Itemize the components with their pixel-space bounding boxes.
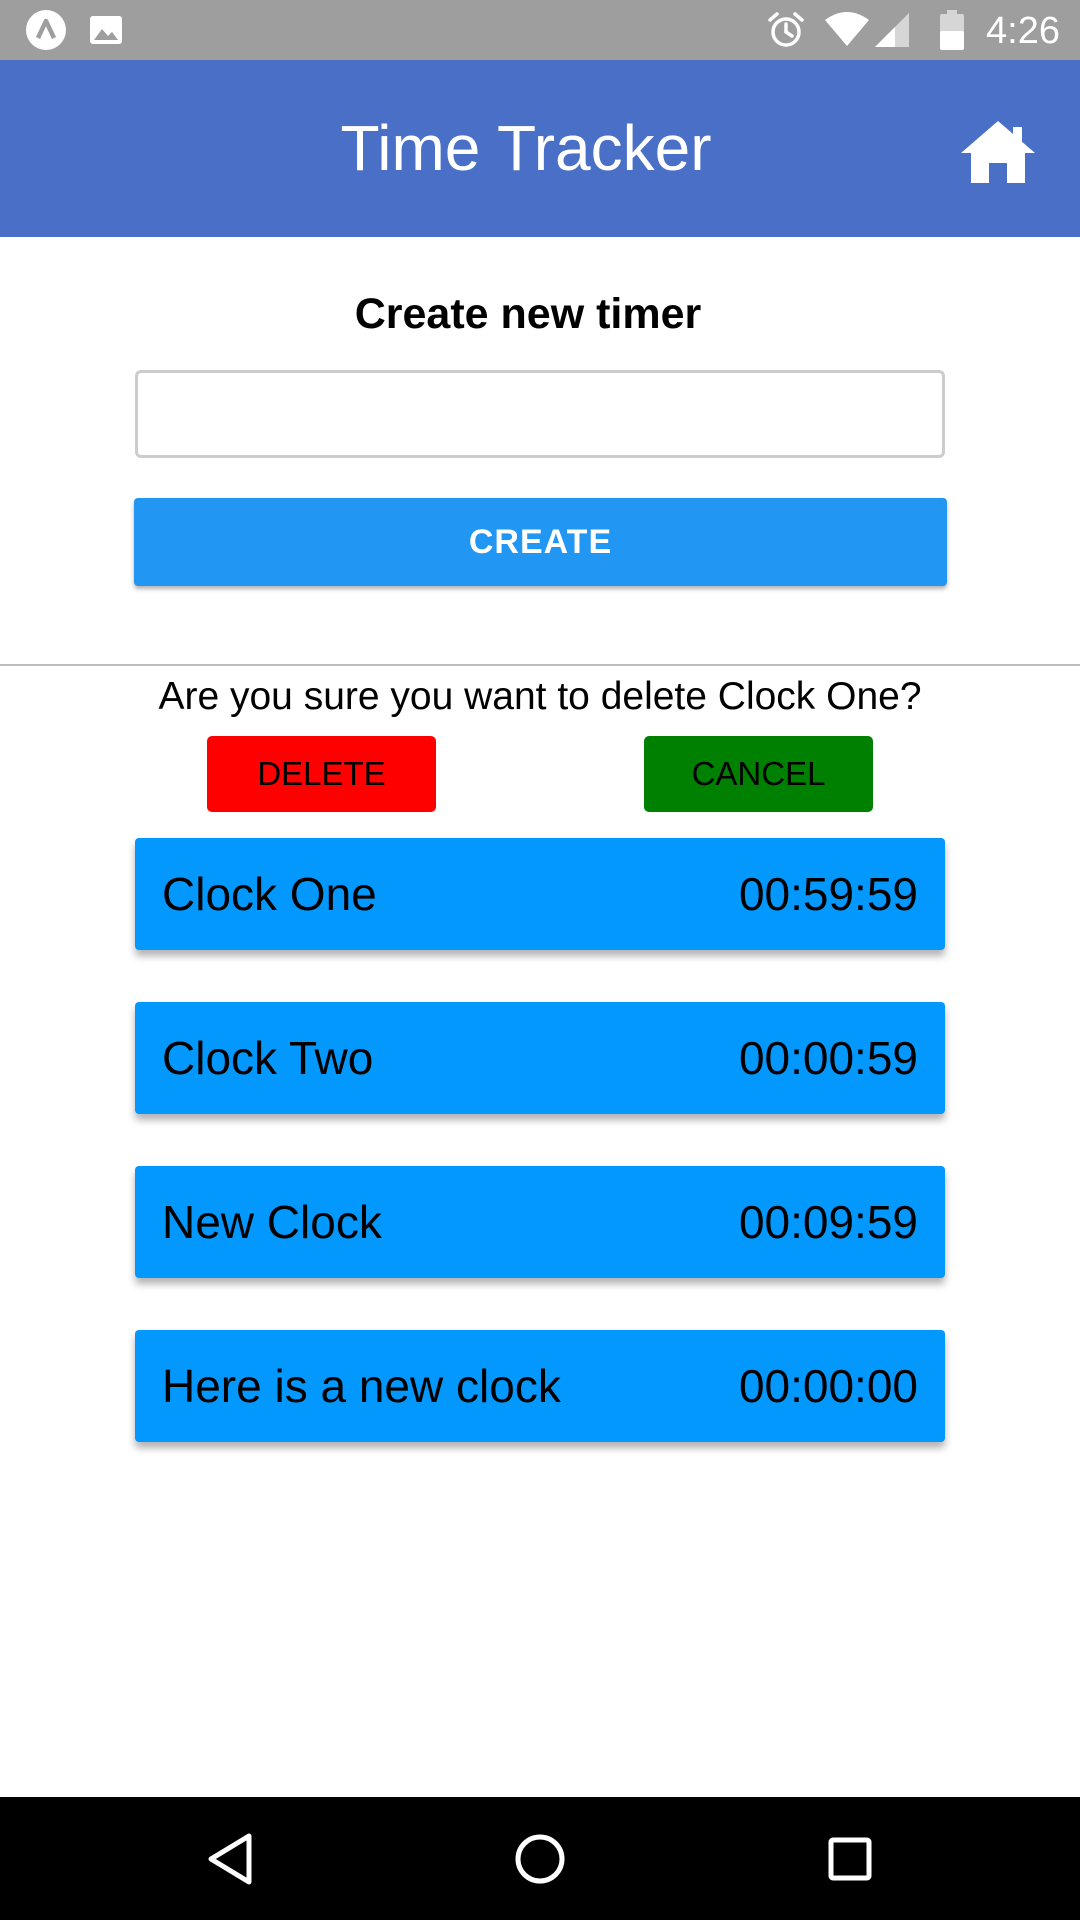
cancel-button[interactable]: CANCEL <box>644 736 873 812</box>
signal-icon <box>872 0 912 60</box>
navigation-bar <box>0 1797 1080 1920</box>
battery-icon <box>934 0 970 60</box>
back-icon <box>208 1833 252 1884</box>
timer-name: New Clock <box>162 1196 382 1248</box>
wifi-icon <box>822 0 872 60</box>
timer-time: 00:00:59 <box>738 1032 918 1084</box>
home-icon <box>961 121 1035 183</box>
alarm-icon <box>764 0 808 60</box>
delete-button[interactable]: DELETE <box>207 736 436 812</box>
create-heading: Create new timer <box>354 290 702 338</box>
back-button[interactable] <box>170 1797 290 1920</box>
timer-item[interactable]: Clock Two 00:00:59 <box>135 1002 945 1114</box>
timer-name: Here is a new clock <box>162 1360 561 1412</box>
recents-button[interactable] <box>790 1797 910 1920</box>
app-bar: Time Tracker <box>0 60 1080 237</box>
timer-name: Clock One <box>162 868 377 920</box>
delete-confirm-message: Are you sure you want to delete Clock On… <box>158 675 922 718</box>
home-circle-icon <box>515 1834 565 1883</box>
timer-time: 00:59:59 <box>738 868 918 920</box>
timer-time: 00:00:00 <box>738 1360 918 1412</box>
timer-item[interactable]: Clock One 00:59:59 <box>135 838 945 950</box>
home-button[interactable] <box>950 112 1046 192</box>
timer-list: Clock One 00:59:59 Clock Two 00:00:59 Ne… <box>135 838 945 1494</box>
app-title: Time Tracker <box>340 112 712 184</box>
home-nav-button[interactable] <box>480 1797 600 1920</box>
timer-item[interactable]: New Clock 00:09:59 <box>135 1166 945 1278</box>
timer-item[interactable]: Here is a new clock 00:00:00 <box>135 1330 945 1442</box>
image-icon <box>88 0 124 60</box>
timer-name-input[interactable] <box>135 370 945 458</box>
expo-app-icon <box>24 0 68 60</box>
timer-time: 00:09:59 <box>738 1196 918 1248</box>
recents-icon <box>828 1837 872 1880</box>
divider <box>0 664 1080 666</box>
status-bar: 4:26 <box>0 0 1080 60</box>
timer-name: Clock Two <box>162 1032 374 1084</box>
create-button[interactable]: CREATE <box>134 498 947 586</box>
status-time: 4:26 <box>986 10 1060 52</box>
